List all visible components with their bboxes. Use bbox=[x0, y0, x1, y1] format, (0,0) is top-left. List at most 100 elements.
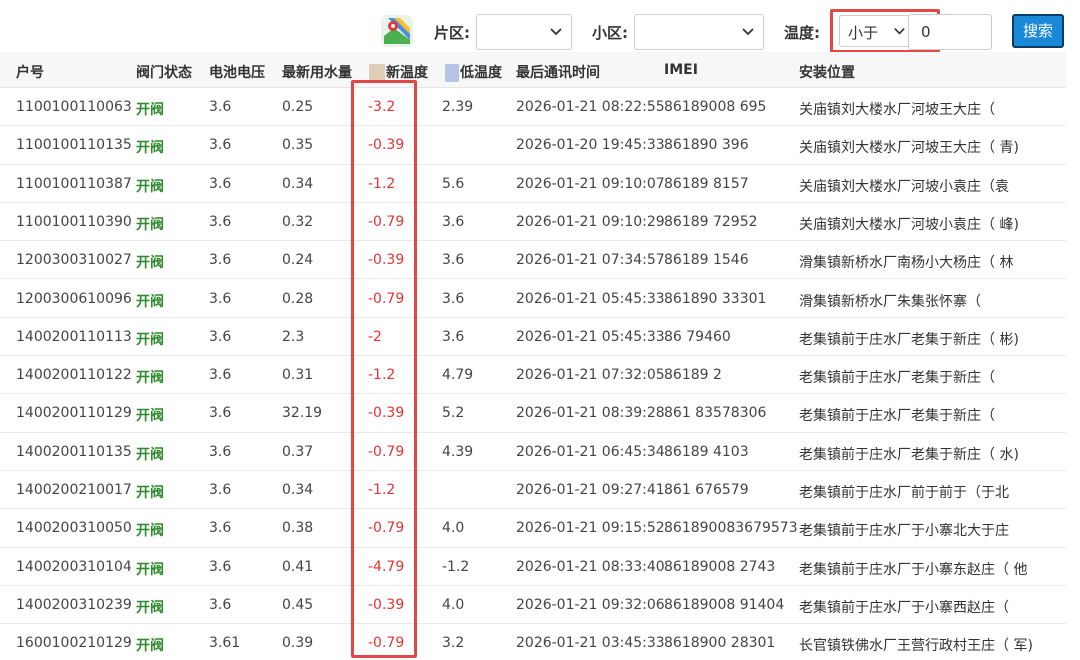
header-location[interactable]: 安装位置 bbox=[799, 62, 855, 82]
cell-account: 1400200110122 bbox=[16, 367, 132, 384]
cell-min-temp: 3.6 bbox=[442, 213, 465, 230]
temperature-operator-select[interactable]: 小于 bbox=[839, 15, 913, 47]
temperature-operator-value: 小于 bbox=[848, 24, 879, 42]
cell-battery-voltage: 3.6 bbox=[209, 443, 232, 460]
cell-latest-water: 0.31 bbox=[282, 367, 314, 384]
cell-last-comm: 2026-01-21 06:45:34 bbox=[516, 443, 665, 460]
table-row[interactable]: 1100100110387 开阀 3.6 0.34 -1.2 5.6 2026-01-21 … bbox=[0, 165, 1066, 203]
table-row[interactable]: 1400200310050 开阀 3.6 0.38 -0.79 4.0 2026-01-21… bbox=[0, 509, 1066, 548]
cell-account: 1100100110387 bbox=[16, 175, 132, 192]
cell-location: 老集镇前于庄水厂于小寨东赵庄（ 他 bbox=[799, 561, 1028, 578]
cell-valve-status: 开阀 bbox=[136, 638, 164, 655]
cell-last-comm: 2026-01-21 07:34:57 bbox=[516, 252, 665, 269]
cell-battery-voltage: 3.6 bbox=[209, 290, 232, 307]
table-row[interactable]: 1400200310104 开阀 3.6 0.41 -4.79 -1.2 2026-01-2… bbox=[0, 548, 1066, 586]
cell-account: 1100100110135 bbox=[16, 137, 132, 154]
cell-latest-temp: -1.2 bbox=[368, 367, 396, 384]
header-min-temp[interactable]: 低温度 bbox=[444, 62, 502, 82]
cell-latest-water: 0.38 bbox=[282, 520, 314, 537]
cell-battery-voltage: 3.6 bbox=[209, 596, 232, 613]
cell-min-temp: -1.2 bbox=[442, 558, 470, 575]
area-select[interactable] bbox=[476, 14, 572, 50]
header-last-comm[interactable]: 最后通讯时间 bbox=[516, 62, 600, 82]
table-row[interactable]: 1100100110135 开阀 3.6 0.35 -0.39 2026-01-20 19… bbox=[0, 126, 1066, 165]
cell-location: 老集镇前于庄水厂前于前于（于北 bbox=[799, 485, 1009, 501]
header-battery-voltage[interactable]: 电池电压 bbox=[209, 62, 265, 82]
cell-latest-water: 0.25 bbox=[282, 99, 314, 115]
table-row[interactable]: 1400200110135 开阀 3.6 0.37 -0.79 4.39 2026-01-2… bbox=[0, 433, 1066, 471]
header-latest-temp[interactable]: 新温度 bbox=[368, 62, 428, 82]
cell-latest-temp: -1.2 bbox=[368, 175, 396, 192]
cell-battery-voltage: 3.6 bbox=[209, 558, 232, 575]
filter-bar: 片区: 小区: 温度: 小于 0 搜索 bbox=[0, 0, 1080, 53]
cell-latest-temp: -0.39 bbox=[368, 405, 405, 422]
header-account[interactable]: 户号 bbox=[16, 62, 44, 82]
chevron-down-icon bbox=[550, 28, 562, 36]
cell-last-comm: 2026-01-21 03:45:33 bbox=[516, 635, 665, 652]
cell-location: 关庙镇刘大楼水厂河坡小袁庄（ 峰) bbox=[799, 216, 1019, 233]
temperature-value-input[interactable]: 0 bbox=[908, 14, 992, 50]
cell-valve-status: 开阀 bbox=[136, 485, 164, 501]
cell-valve-status: 开阀 bbox=[136, 446, 164, 463]
table-row[interactable]: 1100100110390 开阀 3.6 0.32 -0.79 3.6 2026-01-21… bbox=[0, 203, 1066, 242]
cell-latest-temp: -0.79 bbox=[368, 520, 405, 537]
cell-valve-status: 开阀 bbox=[136, 178, 164, 195]
cell-valve-status: 开阀 bbox=[136, 408, 164, 425]
cell-battery-voltage: 3.6 bbox=[209, 328, 232, 345]
cell-min-temp: 4.0 bbox=[442, 596, 465, 613]
cell-account: 1400200210017 bbox=[16, 482, 132, 498]
table-row[interactable]: 1100100110063 开阀 3.6 0.25 -3.2 2.39 2026-01-21… bbox=[0, 88, 1066, 127]
table-row[interactable]: 1600100210129 开阀 3.61 0.39 -0.79 3.2 2026-01-2… bbox=[0, 624, 1066, 660]
area-label: 片区: bbox=[434, 24, 470, 42]
cell-valve-status: 开阀 bbox=[136, 561, 164, 578]
cell-location: 老集镇前于庄水厂老集于新庄（ bbox=[799, 370, 995, 387]
cell-latest-water: 0.24 bbox=[282, 252, 314, 269]
cell-latest-temp: -1.2 bbox=[368, 482, 396, 498]
cell-imei: 861890 396 bbox=[664, 137, 749, 154]
cell-latest-water: 32.19 bbox=[282, 405, 323, 422]
cell-latest-temp: -2 bbox=[368, 328, 382, 345]
header-latest-water[interactable]: 最新用水量 bbox=[282, 62, 352, 82]
cell-last-comm: 2026-01-21 05:45:33 bbox=[516, 328, 665, 345]
cell-imei: 86189 2 bbox=[664, 367, 722, 384]
cell-battery-voltage: 3.6 bbox=[209, 137, 232, 154]
cell-imei: 86189 1546 bbox=[664, 252, 749, 269]
cell-latest-water: 0.41 bbox=[282, 558, 314, 575]
cell-latest-temp: -0.79 bbox=[368, 635, 405, 652]
cell-location: 老集镇前于庄水厂老集于新庄（ 彬) bbox=[799, 331, 1019, 348]
map-app-icon bbox=[380, 14, 414, 48]
cell-account: 1600100210129 bbox=[16, 635, 132, 652]
table-row[interactable]: 1400200110129 开阀 3.6 32.19 -0.39 5.2 2026-01-2… bbox=[0, 394, 1066, 433]
community-label: 小区: bbox=[592, 24, 628, 42]
table-row[interactable]: 1400200210017 开阀 3.6 0.34 -1.2 2026-01-21 09:… bbox=[0, 471, 1066, 510]
cell-valve-status: 开阀 bbox=[136, 523, 164, 540]
cell-last-comm: 2026-01-21 07:32:05 bbox=[516, 367, 665, 384]
cell-account: 1400200110129 bbox=[16, 405, 132, 422]
cell-battery-voltage: 3.6 bbox=[209, 99, 232, 115]
cell-last-comm: 2026-01-21 08:33:40 bbox=[516, 558, 665, 575]
cell-min-temp: 4.0 bbox=[442, 520, 465, 537]
header-valve-status[interactable]: 阀门状态 bbox=[136, 62, 192, 82]
header-imei[interactable]: IMEI bbox=[664, 62, 698, 78]
cell-imei: 86189 4103 bbox=[664, 443, 749, 460]
chevron-down-icon bbox=[894, 28, 905, 35]
table-row[interactable]: 1200300610096 开阀 3.6 0.28 -0.79 3.6 2026-01-21… bbox=[0, 280, 1066, 318]
table-row[interactable]: 1400200110122 开阀 3.6 0.31 -1.2 4.79 2026-01-21… bbox=[0, 356, 1066, 395]
cell-last-comm: 2026-01-20 19:45:33 bbox=[516, 137, 665, 154]
cell-valve-status: 开阀 bbox=[136, 370, 164, 387]
cell-battery-voltage: 3.6 bbox=[209, 175, 232, 192]
cell-latest-water: 0.34 bbox=[282, 482, 314, 498]
cell-latest-temp: -0.39 bbox=[368, 596, 405, 613]
table-row[interactable]: 1400200310239 开阀 3.6 0.45 -0.39 4.0 2026-01-21… bbox=[0, 586, 1066, 625]
cell-latest-water: 0.34 bbox=[282, 175, 314, 192]
cell-latest-water: 2.3 bbox=[282, 328, 305, 345]
search-button[interactable]: 搜索 bbox=[1012, 14, 1064, 48]
table-row[interactable]: 1200300310027 开阀 3.6 0.24 -0.39 3.6 2026-01-21… bbox=[0, 241, 1066, 280]
cell-account: 1400200310104 bbox=[16, 558, 132, 575]
table-row[interactable]: 1400200110113 开阀 3.6 2.3 -2 3.6 2026-01-21 05:… bbox=[0, 318, 1066, 357]
cell-latest-water: 0.32 bbox=[282, 213, 314, 230]
cell-min-temp: 3.2 bbox=[442, 635, 465, 652]
cell-imei: 86189008 695 bbox=[664, 99, 767, 115]
cell-latest-water: 0.28 bbox=[282, 290, 314, 307]
community-select[interactable] bbox=[634, 14, 764, 50]
